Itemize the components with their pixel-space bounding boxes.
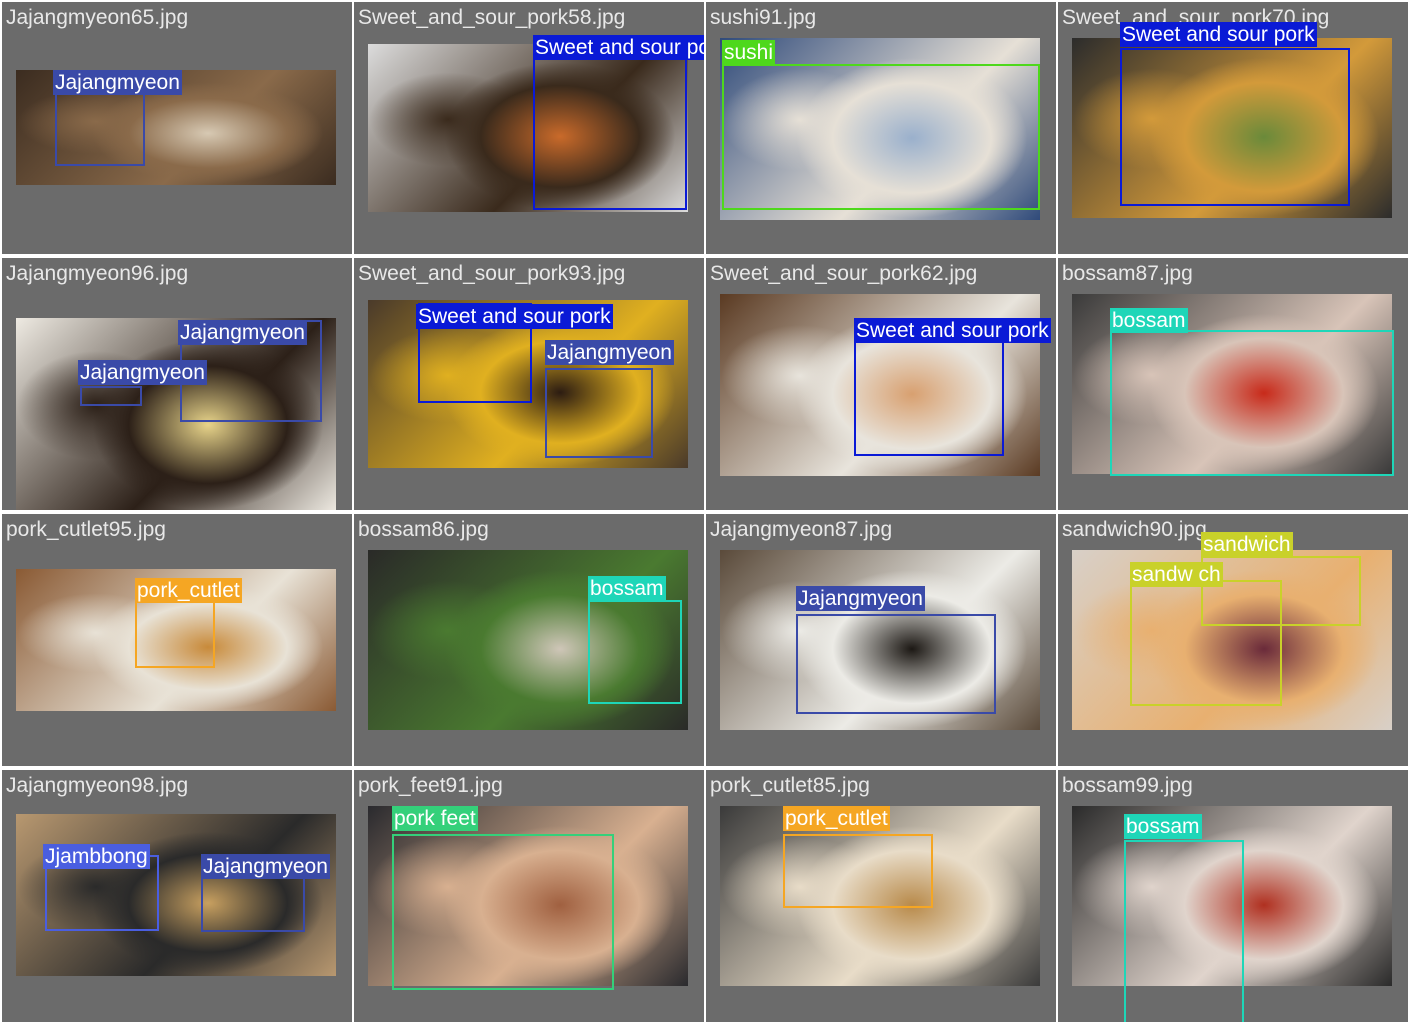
grid-cell: bossam87.jpg bossam [1058, 258, 1408, 510]
detection-label: pork feet [392, 806, 478, 831]
detection-box [1110, 330, 1394, 476]
detection-label: Jajangmyeon [53, 70, 182, 95]
grid-cell: sushi91.jpg sushi [706, 2, 1056, 254]
grid-cell: Jajangmyeon87.jpg Jajangmyeon [706, 514, 1056, 766]
detection-label: Jajangmyeon [178, 320, 307, 345]
detection-box [783, 834, 933, 908]
image-filename: pork_cutlet95.jpg [6, 518, 166, 541]
grid-cell: sandwich90.jpg sandwich sandw ch [1058, 514, 1408, 766]
grid-cell: pork_cutlet95.jpg pork_cutlet [2, 514, 352, 766]
grid-cell: Jajangmyeon65.jpg Jajangmyeon [2, 2, 352, 254]
detection-label: sushi [722, 40, 776, 65]
detection-label: bossam [588, 576, 666, 601]
detection-label: Sweet and sour pork [416, 304, 613, 329]
detection-label: pork_cutlet [135, 578, 242, 603]
detection-label: Sweet and sour pork [533, 35, 704, 60]
detection-box [722, 64, 1040, 210]
grid-cell: Sweet_and_sour_pork70.jpg Sweet and sour … [1058, 2, 1408, 254]
detection-box [392, 834, 614, 990]
image-filename: Sweet_and_sour_pork93.jpg [358, 262, 626, 285]
image-filename: bossam99.jpg [1062, 774, 1193, 797]
image-filename: bossam87.jpg [1062, 262, 1193, 285]
detection-box [1124, 840, 1244, 1022]
detection-label: Sweet and sour pork [854, 318, 1051, 343]
image-filename: pork_cutlet85.jpg [710, 774, 870, 797]
detection-label: Jajangmyeon [545, 340, 674, 365]
detection-label: bossam [1110, 308, 1188, 333]
image-filename: Jajangmyeon98.jpg [6, 774, 189, 797]
grid-cell: pork_feet91.jpgpork feet [354, 770, 704, 1022]
detection-box [201, 874, 305, 932]
detection-label: Jajangmyeon [201, 854, 330, 879]
detection-box [588, 600, 682, 704]
image-filename: Sweet_and_sour_pork58.jpg [358, 6, 626, 29]
image-filename: sandwich90.jpg [1062, 518, 1207, 541]
image-filename: bossam86.jpg [358, 518, 489, 541]
detection-box [1120, 48, 1350, 206]
grid-cell: Sweet_and_sour_pork93.jpg Sweet and sour … [354, 258, 704, 510]
detection-label: Sweet and sour pork [1120, 22, 1317, 47]
grid-cell: Sweet_and_sour_pork62.jpg Sweet and sour … [706, 258, 1056, 510]
detection-box [1130, 580, 1282, 706]
image-filename: Sweet_and_sour_pork62.jpg [710, 262, 978, 285]
detection-label: Jajangmyeon [78, 360, 207, 385]
grid-cell: Jajangmyeon98.jpg Jjambbong Jajangmyeon [2, 770, 352, 1022]
grid-cell: Jajangmyeon96.jpg Jajangmyeon Jajangmyeon [2, 258, 352, 510]
detection-box [796, 614, 996, 714]
grid-cell: bossam99.jpg bossam [1058, 770, 1408, 1022]
image-filename: sushi91.jpg [710, 6, 817, 29]
detection-box [545, 368, 653, 458]
detection-box [533, 49, 687, 210]
grid-cell: Sweet_and_sour_pork58.jpg Sweet and sour … [354, 2, 704, 254]
detection-label: Jajangmyeon [796, 586, 925, 611]
grid-cell: pork_cutlet85.jpg pork_cutlet [706, 770, 1056, 1022]
detection-label: bossam [1124, 814, 1202, 839]
image-filename: pork_feet91.jpg [358, 774, 503, 797]
detection-label: pork_cutlet [783, 806, 890, 831]
image-filename: Jajangmyeon87.jpg [710, 518, 893, 541]
image-filename: Jajangmyeon96.jpg [6, 262, 189, 285]
detection-label: sandwich [1201, 532, 1293, 557]
image-filename: Jajangmyeon65.jpg [6, 6, 189, 29]
detection-label: Jjambbong [43, 844, 150, 869]
grid-cell: bossam86.jpg bossam [354, 514, 704, 766]
detection-box [80, 386, 142, 406]
detection-label: sandw ch [1130, 562, 1223, 587]
